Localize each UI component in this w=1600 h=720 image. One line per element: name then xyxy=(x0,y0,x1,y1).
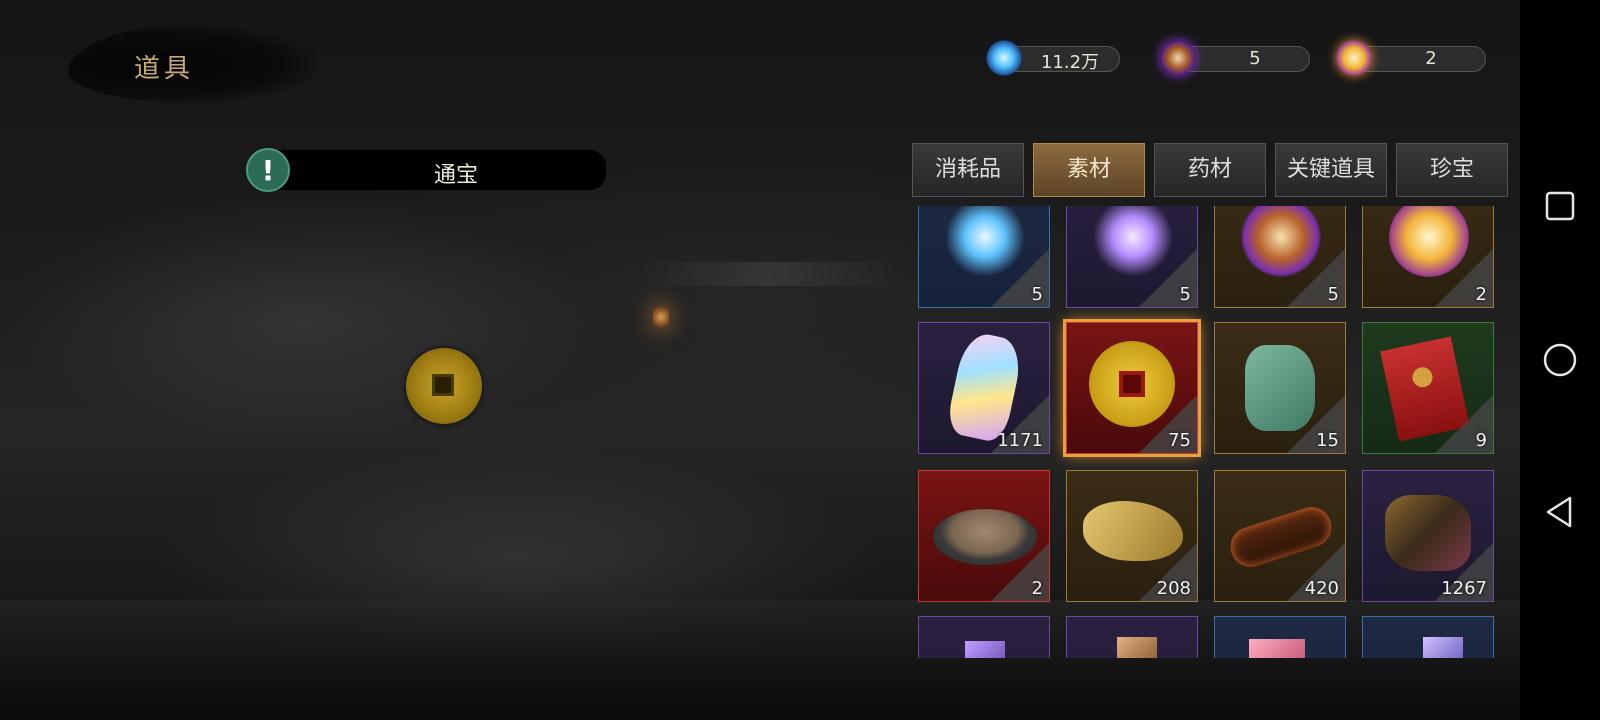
item-count: 9 xyxy=(1475,430,1487,451)
amber-shard-icon xyxy=(1117,637,1157,658)
item-count: 5 xyxy=(1327,284,1339,305)
yinyang-orb-icon xyxy=(1160,40,1196,76)
sun-orb-icon xyxy=(1336,40,1372,76)
selected-item-name: 通宝 xyxy=(433,163,478,188)
item-slot[interactable] xyxy=(1362,616,1494,658)
violet-crystal-icon xyxy=(1423,637,1463,658)
alert-icon[interactable]: ! xyxy=(246,148,290,192)
item-slot[interactable]: 5 xyxy=(1066,206,1198,308)
tab-consumables[interactable]: 消耗品 xyxy=(912,143,1024,197)
item-count: 1267 xyxy=(1441,578,1487,599)
item-count: 1171 xyxy=(997,430,1043,451)
page-header: 道具 xyxy=(68,18,328,106)
currency-yinyang-orb[interactable]: 5 xyxy=(1160,40,1310,76)
distant-roof xyxy=(640,262,900,286)
item-count: 2 xyxy=(1475,284,1487,305)
system-navbar xyxy=(1520,0,1600,720)
lantern xyxy=(653,306,669,328)
recent-apps-icon[interactable] xyxy=(1542,188,1578,224)
tab-key-items[interactable]: 关键道具 xyxy=(1275,143,1387,197)
item-slot[interactable] xyxy=(1214,616,1346,658)
item-preview-coin xyxy=(406,348,482,424)
item-slot-selected[interactable]: 75 xyxy=(1066,322,1198,454)
category-tabs: 消耗品 素材 药材 关键道具 珍宝 xyxy=(912,143,1514,197)
home-icon[interactable] xyxy=(1542,342,1578,378)
item-count: 5 xyxy=(1031,284,1043,305)
back-icon[interactable] xyxy=(1542,494,1578,530)
item-slot[interactable] xyxy=(1066,616,1198,658)
item-slot[interactable]: 2 xyxy=(918,470,1050,602)
currency-value: 2 xyxy=(1425,48,1437,69)
item-slot[interactable]: 420 xyxy=(1214,470,1346,602)
currency-value: 11.2万 xyxy=(1040,52,1100,73)
tab-treasures[interactable]: 珍宝 xyxy=(1396,143,1508,197)
item-count: 75 xyxy=(1168,430,1191,451)
item-count: 2 xyxy=(1031,578,1043,599)
spirit-crystal-icon xyxy=(986,40,1022,76)
item-slot[interactable] xyxy=(918,616,1050,658)
item-slot[interactable]: 15 xyxy=(1214,322,1346,454)
currency-spirit-crystal[interactable]: 11.2万 xyxy=(986,40,1132,76)
item-slot[interactable]: 1171 xyxy=(918,322,1050,454)
item-slot[interactable]: 5 xyxy=(918,206,1050,308)
item-count: 420 xyxy=(1304,578,1339,599)
tab-herbs[interactable]: 药材 xyxy=(1154,143,1266,197)
item-slot[interactable]: 9 xyxy=(1362,322,1494,454)
item-slot[interactable]: 2 xyxy=(1362,206,1494,308)
selected-item-namebar: ! 通宝 xyxy=(246,148,606,192)
item-count: 208 xyxy=(1156,578,1191,599)
purple-gem-icon xyxy=(965,641,1005,658)
pink-crystal-icon xyxy=(1249,639,1305,658)
item-slot[interactable]: 1267 xyxy=(1362,470,1494,602)
item-grid: 5 5 5 2 1171 75 15 9 2 208 420 1267 xyxy=(918,206,1508,658)
item-slot[interactable]: 208 xyxy=(1066,470,1198,602)
currency-value: 5 xyxy=(1249,48,1261,69)
item-count: 5 xyxy=(1179,284,1191,305)
tab-materials[interactable]: 素材 xyxy=(1033,143,1145,197)
page-title: 道具 xyxy=(134,54,195,84)
item-count: 15 xyxy=(1316,430,1339,451)
currency-sun-orb[interactable]: 2 xyxy=(1336,40,1486,76)
item-slot[interactable]: 5 xyxy=(1214,206,1346,308)
